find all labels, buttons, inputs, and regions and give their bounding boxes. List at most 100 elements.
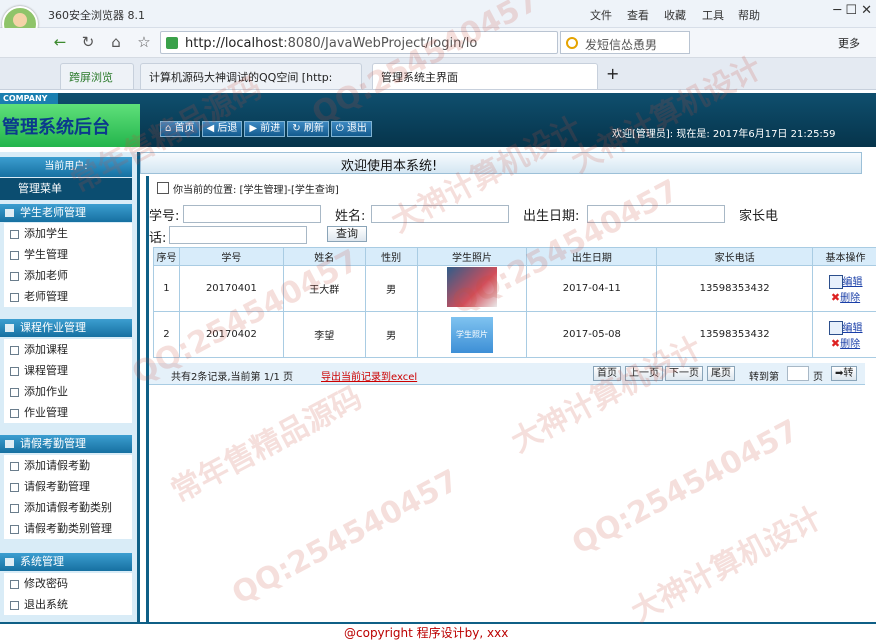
browser-title: 360安全浏览器 8.1 [48, 9, 145, 22]
table-header: 序号 学号 姓名 性别 学生照片 出生日期 家长电话 基本操作 [153, 247, 876, 266]
logout-button[interactable]: ⏻ 退出 [330, 121, 372, 137]
sidebar-item-add-teacher[interactable]: 添加老师 [4, 265, 132, 286]
url-host: http://localhost [185, 36, 284, 51]
prev-page-button[interactable]: 上一页 [625, 366, 663, 381]
refresh-icon[interactable]: ↻ [78, 32, 98, 52]
sidebar-item-leave-manage[interactable]: 请假考勤管理 [4, 476, 132, 497]
phone-label: 家长电 [739, 209, 779, 224]
sidebar-item-homework-manage[interactable]: 作业管理 [4, 402, 132, 423]
back-icon[interactable]: ← [50, 32, 70, 52]
cell-actions: 编辑 ✖删除 [812, 265, 876, 312]
refresh-button[interactable]: ↻ 刷新 [287, 121, 329, 137]
edit-icon[interactable] [828, 321, 843, 335]
search-text: 发短信怂恿男 [585, 38, 658, 52]
welcome-clock: 欢迎[管理员]: 现在是: 2017年6月17日 21:25:59 [612, 129, 836, 140]
address-bar[interactable]: http://localhost:8080/JavaWebProject/log… [160, 31, 558, 54]
student-photo [447, 267, 498, 307]
group-course-homework[interactable]: 课程作业管理 [0, 319, 132, 337]
menu-file[interactable]: 文件 [590, 7, 612, 23]
col-name: 姓名 [282, 247, 366, 266]
export-excel-link[interactable]: 导出当前记录到excel [321, 368, 417, 383]
student-photo: 学生照片 [451, 316, 494, 353]
back-button[interactable]: ◀ 后退 [201, 121, 243, 137]
cell-birth: 2017-05-08 [526, 311, 658, 358]
sidebar-item-add-leave[interactable]: 添加请假考勤 [4, 455, 132, 476]
tab-qq-space[interactable]: 计算机源码大神调试的QQ空间 [http: [140, 63, 362, 89]
cell-phone: 13598353432 [656, 265, 814, 312]
new-tab-icon[interactable]: + [606, 64, 619, 83]
forward-button[interactable]: ▶ 前进 [244, 121, 286, 137]
tab-bar: 跨屏浏览 计算机源码大神调试的QQ空间 [http: 管理系统主界面 + [0, 58, 876, 90]
delete-link[interactable]: 删除 [840, 339, 860, 350]
sidebar-item-change-password[interactable]: 修改密码 [4, 573, 132, 594]
student-no-label: 学号: [149, 209, 180, 224]
cell-name: 王大群 [282, 265, 366, 312]
table-row: 2 20170402 李望 男 学生照片 2017-05-08 13598353… [153, 311, 876, 358]
star-icon[interactable]: ☆ [134, 32, 154, 52]
cell-index: 2 [153, 311, 180, 358]
edit-link[interactable]: 编辑 [843, 323, 863, 334]
group-leave-attendance[interactable]: 请假考勤管理 [0, 435, 132, 453]
col-sex: 性别 [364, 247, 418, 266]
copyright: @copyright 程序设计by, xxx [344, 626, 509, 640]
col-phone: 家长电话 [656, 247, 814, 266]
name-label: 姓名: [335, 209, 366, 224]
tab-admin-main[interactable]: 管理系统主界面 [372, 63, 598, 89]
edit-icon[interactable] [828, 275, 843, 289]
home-button[interactable]: ⌂ 首页 [160, 121, 200, 137]
query-button[interactable]: 查询 [327, 226, 367, 242]
sidebar-item-add-course[interactable]: 添加课程 [4, 339, 132, 360]
cell-actions: 编辑 ✖删除 [812, 311, 876, 358]
col-birth: 出生日期 [526, 247, 658, 266]
group-system[interactable]: 系统管理 [0, 553, 132, 571]
tab-crossscreen[interactable]: 跨屏浏览 [60, 63, 134, 89]
col-student-no: 学号 [178, 247, 284, 266]
system-name: 管理系统后台 [2, 117, 110, 138]
sidebar-item-course-manage[interactable]: 课程管理 [4, 360, 132, 381]
menu-tools[interactable]: 工具 [702, 7, 724, 23]
menu-view[interactable]: 查看 [627, 7, 649, 23]
first-page-button[interactable]: 首页 [593, 366, 621, 381]
sidebar-item-student-manage[interactable]: 学生管理 [4, 244, 132, 265]
company-logo: COMPANY [0, 93, 58, 104]
group-student-teacher[interactable]: 学生老师管理 [0, 204, 132, 222]
sidebar-item-add-leave-type[interactable]: 添加请假考勤类别 [4, 497, 132, 518]
search-engine-icon [566, 37, 578, 49]
browser-navbar: ← ↻ ⌂ ☆ http://localhost:8080/JavaWebPro… [0, 28, 876, 58]
more-menu[interactable]: 更多 [838, 35, 860, 51]
next-page-button[interactable]: 下一页 [665, 366, 703, 381]
table-row: 1 20170401 王大群 男 2017-04-11 13598353432 … [153, 265, 876, 312]
cell-photo [416, 265, 528, 312]
cell-photo: 学生照片 [416, 311, 528, 358]
goto-label: 转到第 [749, 372, 779, 383]
window-controls[interactable]: ─ ☐ ✕ [833, 3, 872, 18]
last-page-button[interactable]: 尾页 [707, 366, 735, 381]
menu-title: 管理菜单 [0, 178, 132, 200]
sidebar-item-exit[interactable]: 退出系统 [4, 594, 132, 615]
sidebar-item-leave-type-manage[interactable]: 请假考勤类别管理 [4, 518, 132, 539]
sidebar-item-add-student[interactable]: 添加学生 [4, 223, 132, 244]
sidebar-item-teacher-manage[interactable]: 老师管理 [4, 286, 132, 307]
page-number-input[interactable] [787, 366, 809, 381]
birth-input[interactable] [587, 205, 725, 223]
delete-icon[interactable]: ✖ [831, 337, 840, 350]
system-name-box: 管理系统后台 [0, 104, 140, 147]
app-toolbar: ⌂ 首页 ◀ 后退 ▶ 前进 ↻ 刷新 ⏻ 退出 [160, 121, 374, 137]
go-button[interactable]: ➡转 [831, 366, 858, 381]
name-input[interactable] [371, 205, 509, 223]
delete-icon[interactable]: ✖ [831, 291, 840, 304]
menu-help[interactable]: 帮助 [738, 7, 760, 23]
page-label: 页 [813, 372, 823, 383]
home-icon[interactable]: ⌂ [106, 32, 126, 52]
phone-input[interactable] [169, 226, 307, 244]
sidebar-item-add-homework[interactable]: 添加作业 [4, 381, 132, 402]
search-input[interactable]: 发短信怂恿男 [560, 31, 690, 54]
cell-student-no: 20170401 [178, 265, 284, 312]
edit-link[interactable]: 编辑 [843, 277, 863, 288]
student-no-input[interactable] [183, 205, 321, 223]
cell-birth: 2017-04-11 [526, 265, 658, 312]
delete-link[interactable]: 删除 [840, 293, 860, 304]
cell-sex: 男 [364, 265, 418, 312]
menu-favorites[interactable]: 收藏 [664, 7, 686, 23]
cell-student-no: 20170402 [178, 311, 284, 358]
